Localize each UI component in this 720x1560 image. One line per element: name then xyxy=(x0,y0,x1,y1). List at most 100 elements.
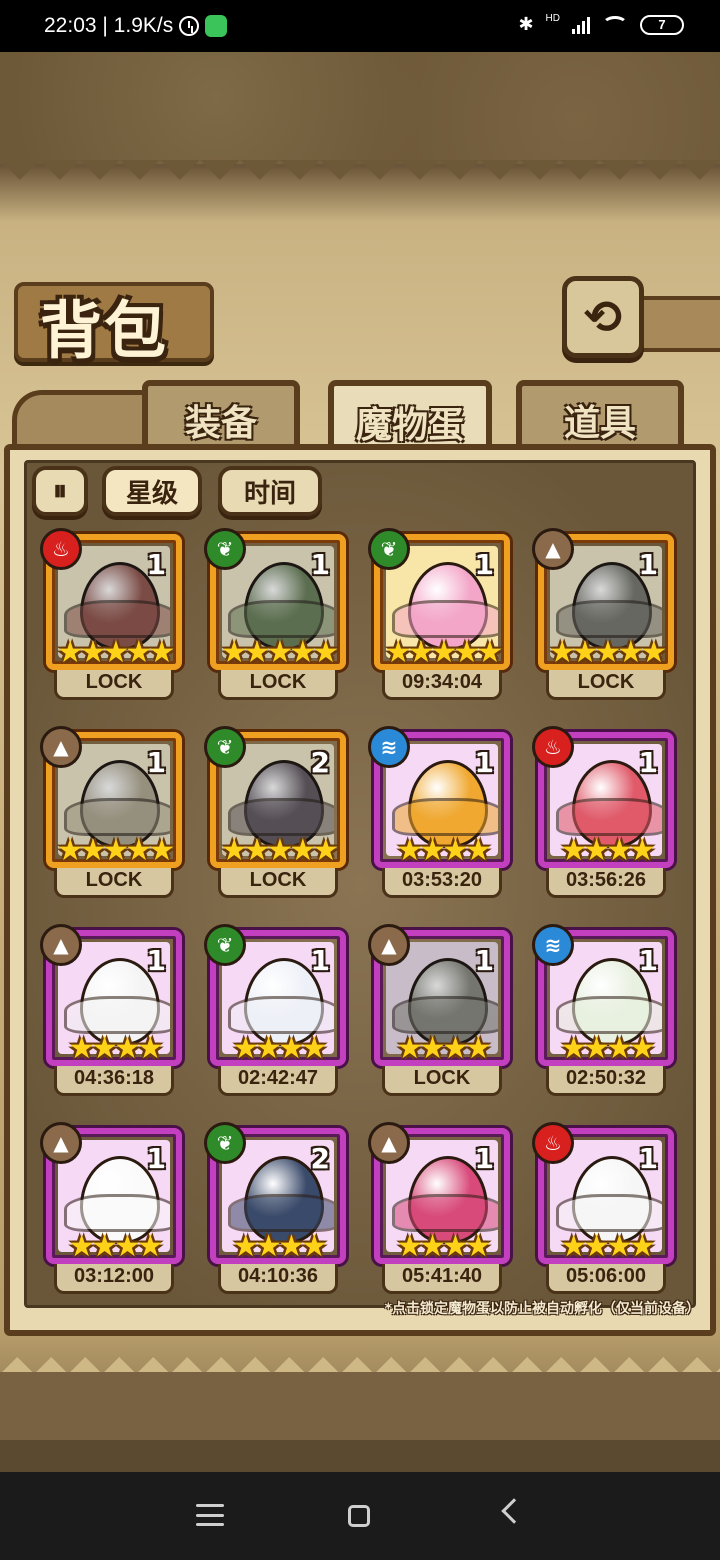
back-arrow-icon: ⟲ xyxy=(583,290,623,344)
egg-hatch-timer[interactable]: 03:56:26 xyxy=(546,868,666,898)
egg-card[interactable]: 1 ★★★★★ ❦ LOCK xyxy=(204,528,346,704)
egg-nest-icon xyxy=(556,996,662,1034)
egg-nest-icon xyxy=(392,996,498,1034)
egg-nest-icon xyxy=(556,1194,662,1232)
egg-card[interactable]: 1 ★★★★ ❦ 02:42:47 xyxy=(204,924,346,1100)
egg-count: 1 xyxy=(638,1142,658,1175)
egg-hatch-timer[interactable]: 03:12:00 xyxy=(54,1264,174,1294)
egg-star-rating: ★★★★ xyxy=(396,1031,492,1066)
egg-hatch-timer[interactable]: 04:36:18 xyxy=(54,1066,174,1096)
sort-by-time-label: 时间 xyxy=(243,478,296,509)
back-icon[interactable] xyxy=(501,1498,527,1524)
rock-element-icon: ▲ xyxy=(532,528,574,570)
egg-card[interactable]: 1 ★★★★★ ▲ LOCK xyxy=(532,528,674,704)
egg-lock-label[interactable]: LOCK xyxy=(218,868,338,898)
egg-hatch-timer[interactable]: 09:34:04 xyxy=(382,670,502,700)
top-map-band xyxy=(0,52,720,164)
egg-count: 2 xyxy=(310,1142,330,1175)
tab-rail xyxy=(12,390,152,446)
egg-count: 1 xyxy=(474,944,494,977)
back-button-rail xyxy=(640,296,720,352)
egg-count: 1 xyxy=(474,1142,494,1175)
water-element-icon: ≋ xyxy=(368,726,410,768)
egg-count: 1 xyxy=(638,746,658,779)
egg-hatch-timer[interactable]: 05:06:00 xyxy=(546,1264,666,1294)
egg-nest-icon xyxy=(64,798,170,836)
sort-by-star-button[interactable]: 星级 xyxy=(102,466,202,516)
egg-nest-icon xyxy=(64,1194,170,1232)
egg-card[interactable]: 1 ★★★★ ▲ 05:41:40 xyxy=(368,1122,510,1298)
egg-card[interactable]: 1 ★★★★ ▲ LOCK xyxy=(368,924,510,1100)
egg-star-rating: ★★★★ xyxy=(68,1031,164,1066)
tab-monster-eggs-label: 魔物蛋 xyxy=(355,405,464,446)
egg-nest-icon xyxy=(64,996,170,1034)
egg-lock-label[interactable]: LOCK xyxy=(54,868,174,898)
egg-card[interactable]: 1 ★★★★★ ❦ 09:34:04 xyxy=(368,528,510,704)
home-icon[interactable] xyxy=(348,1505,370,1527)
egg-hatch-timer[interactable]: 05:41:40 xyxy=(382,1264,502,1294)
egg-count: 1 xyxy=(146,548,166,581)
egg-star-rating: ★★★★ xyxy=(68,1229,164,1264)
egg-count: 1 xyxy=(146,1142,166,1175)
app-notification-icon xyxy=(205,15,228,37)
back-button[interactable]: ⟲ xyxy=(562,276,644,358)
egg-lock-label[interactable]: LOCK xyxy=(218,670,338,700)
egg-card[interactable]: 1 ★★★★ ♨ 05:06:00 xyxy=(532,1122,674,1298)
rock-element-icon: ▲ xyxy=(368,1122,410,1164)
egg-count: 2 xyxy=(310,746,330,779)
egg-star-rating: ★★★★★ xyxy=(220,635,339,670)
leaf-element-icon: ❦ xyxy=(204,1122,246,1164)
rock-element-icon: ▲ xyxy=(40,1122,82,1164)
lock-footnote: *点击锁定魔物蛋以防止被自动孵化（仅当前设备） xyxy=(384,1301,700,1317)
page-title: 背包 xyxy=(40,294,169,367)
egg-card[interactable]: 1 ★★★★ ♨ 03:56:26 xyxy=(532,726,674,902)
leaf-element-icon: ❦ xyxy=(204,726,246,768)
egg-hatch-timer[interactable]: 03:53:20 xyxy=(382,868,502,898)
egg-hatch-timer[interactable]: 04:10:36 xyxy=(218,1264,338,1294)
sort-by-time-button[interactable]: 时间 xyxy=(218,466,322,516)
egg-lock-label[interactable]: LOCK xyxy=(54,670,174,700)
egg-nest-icon xyxy=(228,996,334,1034)
water-element-icon: ≋ xyxy=(532,924,574,966)
egg-hatch-timer[interactable]: 02:42:47 xyxy=(218,1066,338,1096)
egg-nest-icon xyxy=(392,798,498,836)
rock-element-icon: ▲ xyxy=(368,924,410,966)
egg-card[interactable]: 1 ★★★★ ≋ 03:53:20 xyxy=(368,726,510,902)
sort-toggle-button[interactable]: ⏸ xyxy=(32,466,88,516)
egg-card[interactable]: 2 ★★★★★ ❦ LOCK xyxy=(204,726,346,902)
rock-element-icon: ▲ xyxy=(40,726,82,768)
egg-card[interactable]: 2 ★★★★ ❦ 04:10:36 xyxy=(204,1122,346,1298)
leaf-element-icon: ❦ xyxy=(368,528,410,570)
bottom-zigzag-border xyxy=(0,1340,720,1374)
fire-element-icon: ♨ xyxy=(532,726,574,768)
battery-icon: 7 xyxy=(640,14,684,35)
egg-nest-icon xyxy=(228,798,334,836)
egg-hatch-timer[interactable]: 02:50:32 xyxy=(546,1066,666,1096)
egg-star-rating: ★★★★ xyxy=(396,833,492,868)
leaf-element-icon: ❦ xyxy=(204,924,246,966)
tab-equipment[interactable]: 装备 xyxy=(142,380,300,454)
egg-nest-icon xyxy=(228,600,334,638)
egg-card[interactable]: 1 ★★★★★ ▲ LOCK xyxy=(40,726,182,902)
tab-items[interactable]: 道具 xyxy=(516,380,684,454)
egg-star-rating: ★★★★ xyxy=(560,1031,656,1066)
egg-lock-label[interactable]: LOCK xyxy=(546,670,666,700)
egg-star-rating: ★★★★ xyxy=(232,1031,328,1066)
egg-star-rating: ★★★★★ xyxy=(384,635,503,670)
egg-card[interactable]: 1 ★★★★ ▲ 04:36:18 xyxy=(40,924,182,1100)
egg-nest-icon xyxy=(392,1194,498,1232)
menu-icon[interactable] xyxy=(196,1504,224,1526)
egg-lock-label[interactable]: LOCK xyxy=(382,1066,502,1096)
egg-card[interactable]: 1 ★★★★★ ♨ LOCK xyxy=(40,528,182,704)
egg-star-rating: ★★★★ xyxy=(560,833,656,868)
bottom-dark-band xyxy=(0,1440,720,1472)
egg-nest-icon xyxy=(556,798,662,836)
tab-items-label: 道具 xyxy=(563,403,636,444)
egg-nest-icon xyxy=(392,600,498,638)
tab-equipment-label: 装备 xyxy=(184,403,257,444)
egg-count: 1 xyxy=(474,746,494,779)
page-title-plate: 背包 xyxy=(14,282,214,367)
egg-card[interactable]: 1 ★★★★ ▲ 03:12:00 xyxy=(40,1122,182,1298)
egg-star-rating: ★★★★★ xyxy=(56,635,175,670)
egg-card[interactable]: 1 ★★★★ ≋ 02:50:32 xyxy=(532,924,674,1100)
